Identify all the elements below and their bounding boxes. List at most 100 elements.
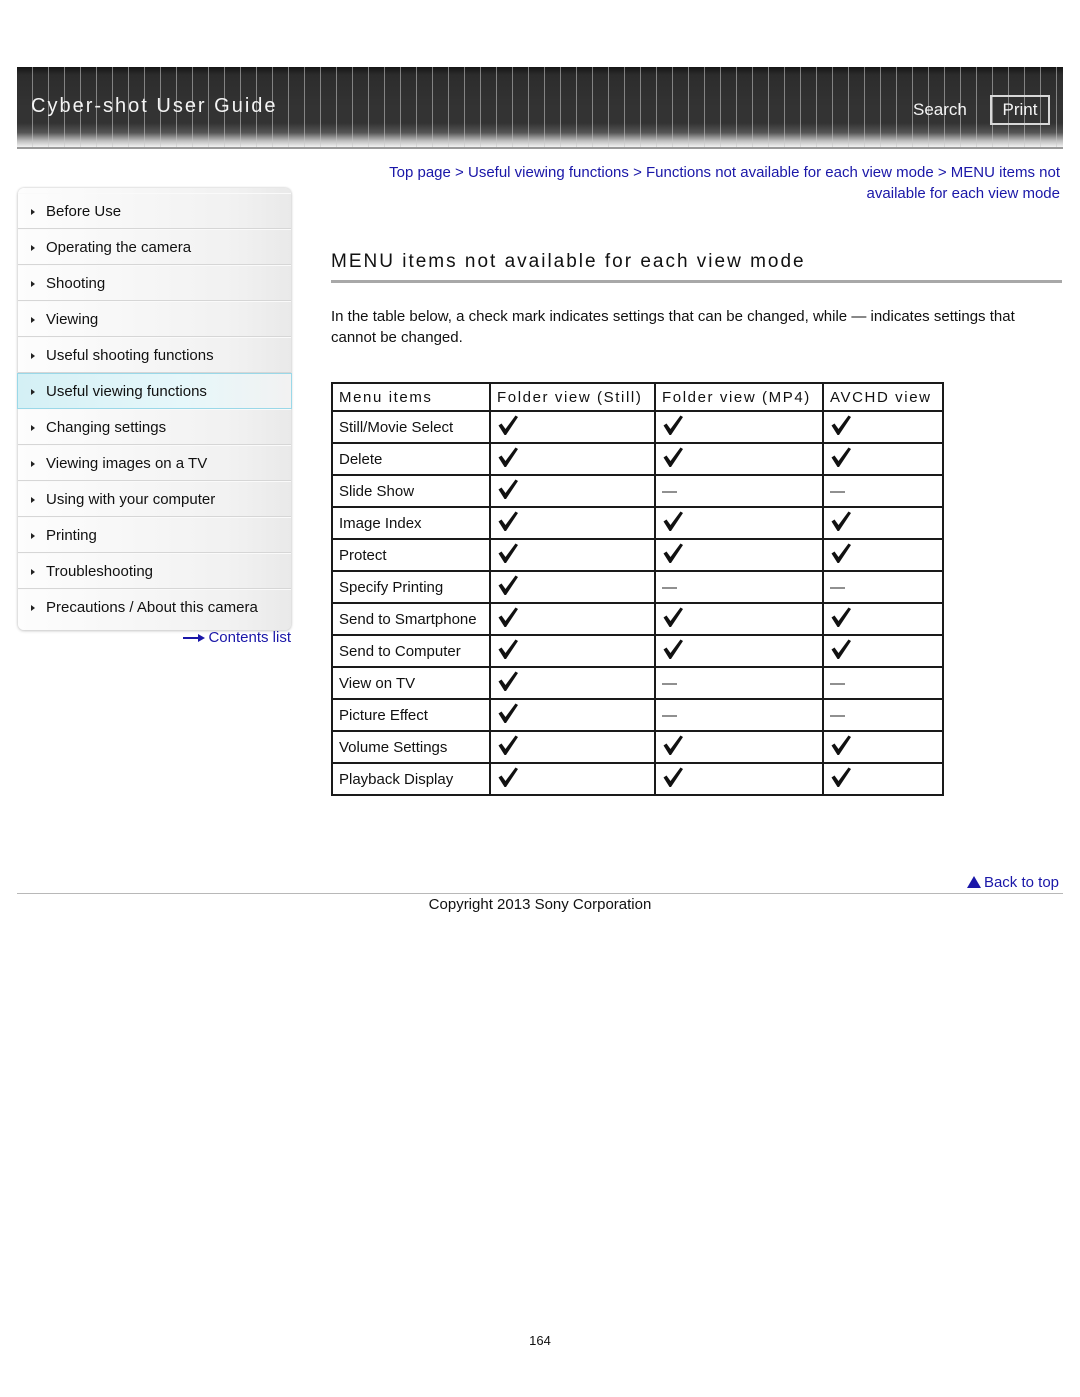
check-mark-icon	[662, 414, 684, 436]
table-row: Protect	[331, 538, 944, 572]
dash-icon: —	[662, 674, 677, 692]
check-mark-icon	[662, 446, 684, 468]
triangle-right-icon	[31, 569, 35, 575]
check-mark-icon	[662, 734, 684, 756]
sidebar-item-label: Precautions / About this camera	[46, 598, 258, 616]
sidebar-item-viewing-images-on-a-tv[interactable]: Viewing images on a TV	[18, 445, 291, 481]
menu-item-cell: Protect	[331, 538, 491, 572]
triangle-right-icon	[31, 533, 35, 539]
availability-cell	[489, 474, 656, 508]
triangle-right-icon	[31, 317, 35, 323]
check-mark-icon	[830, 766, 852, 788]
availability-cell	[654, 762, 824, 796]
triangle-right-icon	[31, 461, 35, 467]
check-mark-icon	[830, 606, 852, 628]
header-folder-view-still: Folder view (Still)	[489, 382, 656, 412]
sidebar-item-viewing[interactable]: Viewing	[18, 301, 291, 337]
copyright-text: Copyright 2013 Sony Corporation	[428, 896, 652, 913]
check-mark-icon	[830, 446, 852, 468]
search-button[interactable]: Search	[913, 100, 967, 120]
sidebar-item-useful-viewing-functions[interactable]: Useful viewing functions	[17, 373, 292, 409]
sidebar-item-label: Operating the camera	[46, 238, 192, 256]
check-mark-icon	[497, 478, 519, 500]
check-mark-icon	[830, 542, 852, 564]
availability-cell	[654, 506, 824, 540]
print-button[interactable]: Print	[990, 95, 1050, 125]
availability-cell: —	[654, 570, 824, 604]
sidebar-item-label: Useful viewing functions	[46, 382, 207, 400]
dash-icon: —	[830, 482, 845, 500]
menu-item-cell: Send to Computer	[331, 634, 491, 668]
availability-cell: —	[654, 474, 824, 508]
table-row: Delete	[331, 442, 944, 476]
dash-icon: —	[830, 706, 845, 724]
availability-cell	[489, 410, 656, 444]
sidebar-item-label: Useful shooting functions	[46, 346, 214, 364]
availability-cell	[489, 666, 656, 700]
menu-item-cell: View on TV	[331, 666, 491, 700]
breadcrumb-separator: >	[633, 164, 642, 181]
contents-list-link[interactable]: Contents list	[183, 629, 291, 646]
sidebar-item-operating-the-camera[interactable]: Operating the camera	[18, 229, 291, 265]
breadcrumb-top-page[interactable]: Top page	[389, 164, 451, 181]
guide-title: Cyber-shot User Guide	[31, 95, 278, 117]
menu-item-cell: Image Index	[331, 506, 491, 540]
table-row: Send to Computer	[331, 634, 944, 668]
check-mark-icon	[830, 414, 852, 436]
sidebar-item-printing[interactable]: Printing	[18, 517, 291, 553]
breadcrumb-useful-viewing-functions[interactable]: Useful viewing functions	[468, 164, 629, 181]
availability-cell	[654, 730, 824, 764]
sidebar-item-using-with-your-computer[interactable]: Using with your computer	[18, 481, 291, 517]
availability-cell	[822, 506, 944, 540]
availability-cell: —	[822, 666, 944, 700]
dash-icon: —	[662, 482, 677, 500]
sidebar-item-label: Troubleshooting	[46, 562, 154, 580]
check-mark-icon	[662, 606, 684, 628]
sidebar-item-before-use[interactable]: Before Use	[18, 193, 291, 229]
availability-cell	[822, 442, 944, 476]
triangle-right-icon	[31, 497, 35, 503]
triangle-right-icon	[31, 281, 35, 287]
availability-cell	[822, 602, 944, 636]
table-row: Send to Smartphone	[331, 602, 944, 636]
menu-item-cell: Send to Smartphone	[331, 602, 491, 636]
availability-cell	[489, 602, 656, 636]
breadcrumb-functions-not-available[interactable]: Functions not available for each view mo…	[646, 164, 934, 181]
menu-item-cell: Slide Show	[331, 474, 491, 508]
availability-cell: —	[822, 474, 944, 508]
page-number: 164	[529, 1333, 551, 1348]
menu-item-cell: Picture Effect	[331, 698, 491, 732]
sidebar-item-precautions-about-this-camera[interactable]: Precautions / About this camera	[18, 589, 291, 624]
availability-cell: —	[654, 698, 824, 732]
check-mark-icon	[497, 766, 519, 788]
sidebar-item-label: Using with your computer	[46, 490, 216, 508]
view-mode-table: Menu items Folder view (Still) Folder vi…	[331, 382, 944, 796]
menu-item-cell: Volume Settings	[331, 730, 491, 764]
sidebar-item-label: Viewing images on a TV	[46, 454, 208, 472]
availability-cell	[822, 730, 944, 764]
back-to-top-link[interactable]: Back to top	[966, 874, 1059, 891]
table-row: Picture Effect — —	[331, 698, 944, 732]
availability-cell: —	[654, 666, 824, 700]
sidebar-item-label: Changing settings	[46, 418, 167, 436]
check-mark-icon	[497, 510, 519, 532]
table-header-row: Menu items Folder view (Still) Folder vi…	[331, 382, 944, 412]
table-row: Image Index	[331, 506, 944, 540]
sidebar-item-changing-settings[interactable]: Changing settings	[18, 409, 291, 445]
check-mark-icon	[830, 510, 852, 532]
availability-cell	[822, 762, 944, 796]
sidebar-item-shooting[interactable]: Shooting	[18, 265, 291, 301]
sidebar-item-label: Shooting	[46, 274, 106, 292]
table-row: Specify Printing — —	[331, 570, 944, 604]
check-mark-icon	[497, 542, 519, 564]
check-mark-icon	[497, 574, 519, 596]
sidebar-item-troubleshooting[interactable]: Troubleshooting	[18, 553, 291, 589]
availability-cell	[654, 538, 824, 572]
check-mark-icon	[830, 638, 852, 660]
menu-item-cell: Still/Movie Select	[331, 410, 491, 444]
sidebar-item-useful-shooting-functions[interactable]: Useful shooting functions	[18, 337, 291, 373]
availability-cell	[489, 538, 656, 572]
availability-cell	[654, 410, 824, 444]
triangle-up-icon	[966, 875, 981, 888]
availability-cell	[489, 570, 656, 604]
